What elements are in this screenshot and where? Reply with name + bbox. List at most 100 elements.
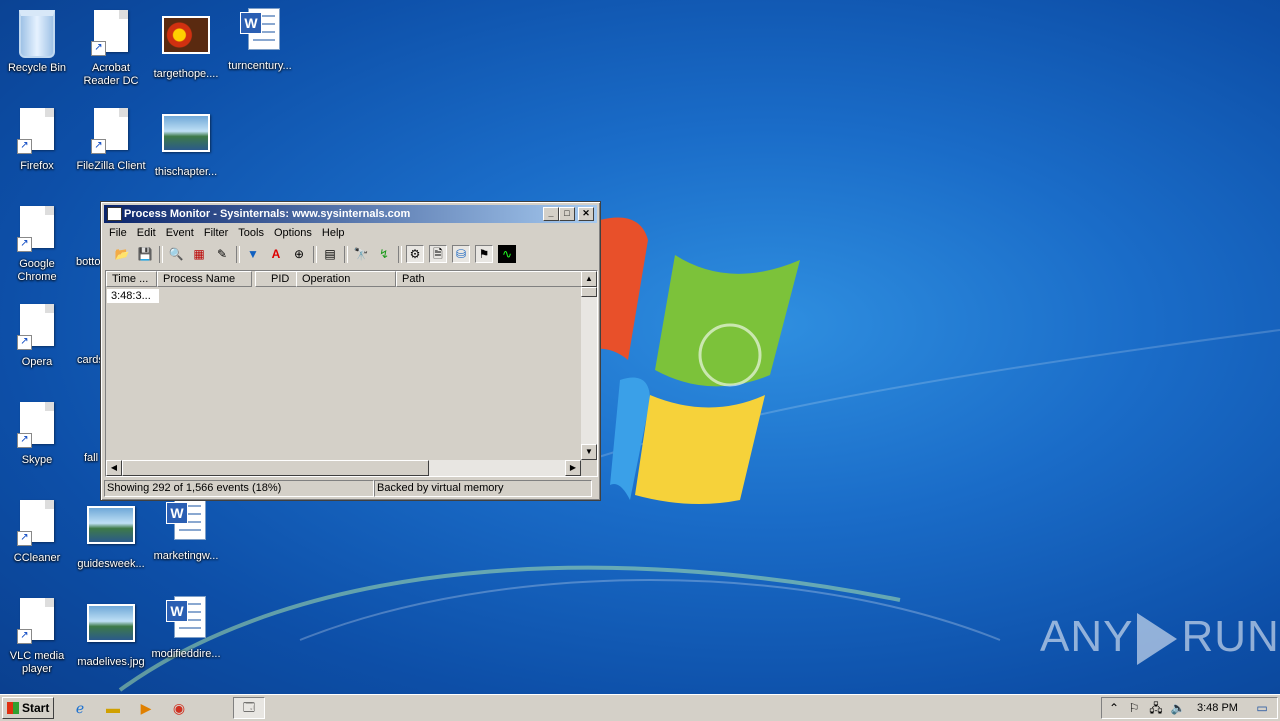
status-memory: Backed by virtual memory (374, 480, 592, 497)
registry-activity-icon[interactable]: ⚙ (406, 245, 424, 263)
profiling-icon[interactable]: ∿ (498, 245, 516, 263)
icon-label: madelives.jpg (77, 656, 145, 668)
menu-filter[interactable]: Filter (199, 224, 233, 242)
media-player-icon[interactable]: ▶ (137, 699, 155, 717)
vertical-scrollbar[interactable]: ▲ ▼ (581, 271, 597, 460)
icon-label: turncentury... (228, 60, 292, 72)
system-tray: ⌃ ⚐ 🖧 🔈 3:48 PM ▭ (1101, 697, 1278, 719)
desktop-icon-chrome[interactable]: ↗ Google Chrome (0, 204, 74, 284)
desktop-icon-thischapter[interactable]: thischapter... (149, 106, 223, 179)
shortcut-file-icon: ↗ (13, 206, 61, 254)
process-monitor-taskbar-icon: 🗔 (243, 702, 255, 714)
menu-help[interactable]: Help (317, 224, 350, 242)
process-monitor-app-icon[interactable] (107, 207, 122, 221)
scroll-right-arrow-icon[interactable]: ▶ (565, 460, 581, 476)
word-document-icon: W (236, 8, 284, 56)
icon-label: modifieddire... (151, 648, 221, 660)
desktop-icon-targethope[interactable]: targethope.... (149, 8, 223, 81)
close-button[interactable]: ✕ (578, 207, 594, 221)
minimize-button[interactable]: _ (543, 207, 559, 221)
tray-expand-icon[interactable]: ⌃ (1106, 700, 1122, 716)
desktop-icon-acrobat[interactable]: ↗ Acrobat Reader DC (74, 8, 148, 88)
shortcut-file-icon: ↗ (13, 108, 61, 156)
desktop-icon-filezilla[interactable]: ↗ FileZilla Client (74, 106, 148, 173)
horizontal-scroll-thumb[interactable] (122, 460, 429, 476)
include-process-icon[interactable]: ⊕ (290, 245, 308, 263)
word-document-icon: W (162, 596, 210, 644)
autoscroll-icon[interactable]: ▦ (190, 245, 208, 263)
word-document-icon: W (162, 498, 210, 546)
desktop-icon-firefox[interactable]: ↗ Firefox (0, 106, 74, 173)
process-monitor-window[interactable]: Process Monitor - Sysinternals: www.sysi… (100, 201, 601, 501)
desktop-icon-madelives[interactable]: madelives.jpg (74, 596, 148, 669)
shortcut-file-icon: ↗ (13, 402, 61, 450)
taskbar-process-monitor-button[interactable]: 🗔 (233, 697, 265, 719)
icon-label: Acrobat Reader DC (83, 62, 139, 87)
event-row-time[interactable]: 3:48:3... (107, 289, 159, 303)
volume-icon[interactable]: 🔈 (1170, 700, 1186, 716)
clear-display-icon[interactable]: ✎ (213, 245, 231, 263)
column-path[interactable]: Path (396, 271, 583, 287)
explorer-folder-icon[interactable]: ▬ (104, 699, 122, 717)
windows-flag-icon (7, 702, 19, 714)
save-icon[interactable]: 💾 (136, 245, 154, 263)
icon-label: Opera (21, 356, 53, 368)
process-activity-icon[interactable]: ⚑ (475, 245, 493, 263)
icon-label: Recycle Bin (7, 62, 67, 74)
menu-file[interactable]: File (104, 224, 132, 242)
menu-options[interactable]: Options (269, 224, 317, 242)
scroll-down-arrow-icon[interactable]: ▼ (581, 444, 597, 460)
start-button[interactable]: Start (2, 697, 54, 719)
column-operation[interactable]: Operation (296, 271, 396, 287)
desktop-icon-opera[interactable]: ↗ Opera (0, 302, 74, 369)
taskbar: Start ℯ ▬ ▶ ◉ 🗔 ⌃ ⚐ 🖧 🔈 3:48 PM ▭ (0, 694, 1280, 721)
network-icon[interactable]: 🖧 (1148, 700, 1164, 716)
horizontal-scrollbar[interactable]: ◀ ▶ (106, 460, 581, 476)
desktop-icon-skype[interactable]: ↗ Skype (0, 400, 74, 467)
maximize-button[interactable]: □ (559, 207, 575, 221)
desktop-icon-ccleaner[interactable]: ↗ CCleaner (0, 498, 74, 565)
watermark-right: RUN (1181, 612, 1280, 661)
action-center-flag-icon[interactable]: ⚐ (1126, 700, 1142, 716)
menu-event[interactable]: Event (161, 224, 199, 242)
scroll-up-arrow-icon[interactable]: ▲ (581, 271, 597, 287)
shortcut-file-icon: ↗ (13, 500, 61, 548)
jump-to-icon[interactable]: ↯ (375, 245, 393, 263)
desktop-icon-turncentury[interactable]: W turncentury... (223, 8, 297, 73)
column-process-name[interactable]: Process Name (157, 271, 252, 287)
filter-icon[interactable]: ▼ (244, 245, 262, 263)
icon-label: guidesweek... (77, 558, 145, 570)
desktop-icon-recycle-bin[interactable]: Recycle Bin (0, 8, 74, 75)
image-file-icon (87, 506, 135, 554)
desktop-icon-guidesweek[interactable]: guidesweek... (74, 498, 148, 571)
chrome-icon[interactable]: ◉ (170, 699, 188, 717)
network-activity-icon[interactable]: ⛁ (452, 245, 470, 263)
event-list[interactable]: Time ... Process Name PID Operation Path… (105, 270, 598, 477)
scroll-left-arrow-icon[interactable]: ◀ (106, 460, 122, 476)
desktop-icon-vlc[interactable]: ↗ VLC media player (0, 596, 74, 676)
icon-label: CCleaner (13, 552, 61, 564)
desktop-icon-modifieddire[interactable]: W modifieddire... (149, 596, 223, 661)
internet-explorer-icon[interactable]: ℯ (71, 699, 89, 717)
process-tree-icon[interactable]: ▤ (321, 245, 339, 263)
icon-label: Firefox (20, 160, 54, 172)
vertical-scroll-thumb[interactable] (581, 287, 597, 297)
shortcut-file-icon: ↗ (13, 598, 61, 646)
menu-edit[interactable]: Edit (132, 224, 161, 242)
open-icon[interactable]: 📂 (113, 245, 131, 263)
clock[interactable]: 3:48 PM (1197, 698, 1238, 718)
menu-tools[interactable]: Tools (233, 224, 269, 242)
file-activity-icon[interactable]: 🗎 (429, 245, 447, 263)
show-desktop-icon[interactable]: ▭ (1254, 700, 1270, 716)
title-bar[interactable]: Process Monitor - Sysinternals: www.sysi… (104, 205, 597, 223)
shortcut-file-icon: ↗ (87, 10, 135, 58)
highlight-icon[interactable]: A (267, 245, 285, 263)
capture-magnifier-icon[interactable]: 🔍 (167, 245, 185, 263)
find-icon[interactable]: 🔭 (352, 245, 370, 263)
image-file-icon (162, 16, 210, 64)
icon-label: targethope.... (153, 68, 219, 80)
desktop-icon-marketingw[interactable]: W marketingw... (149, 498, 223, 563)
icon-label: VLC media player (9, 650, 65, 675)
column-time[interactable]: Time ... (106, 271, 157, 287)
play-logo-icon (1137, 613, 1178, 666)
